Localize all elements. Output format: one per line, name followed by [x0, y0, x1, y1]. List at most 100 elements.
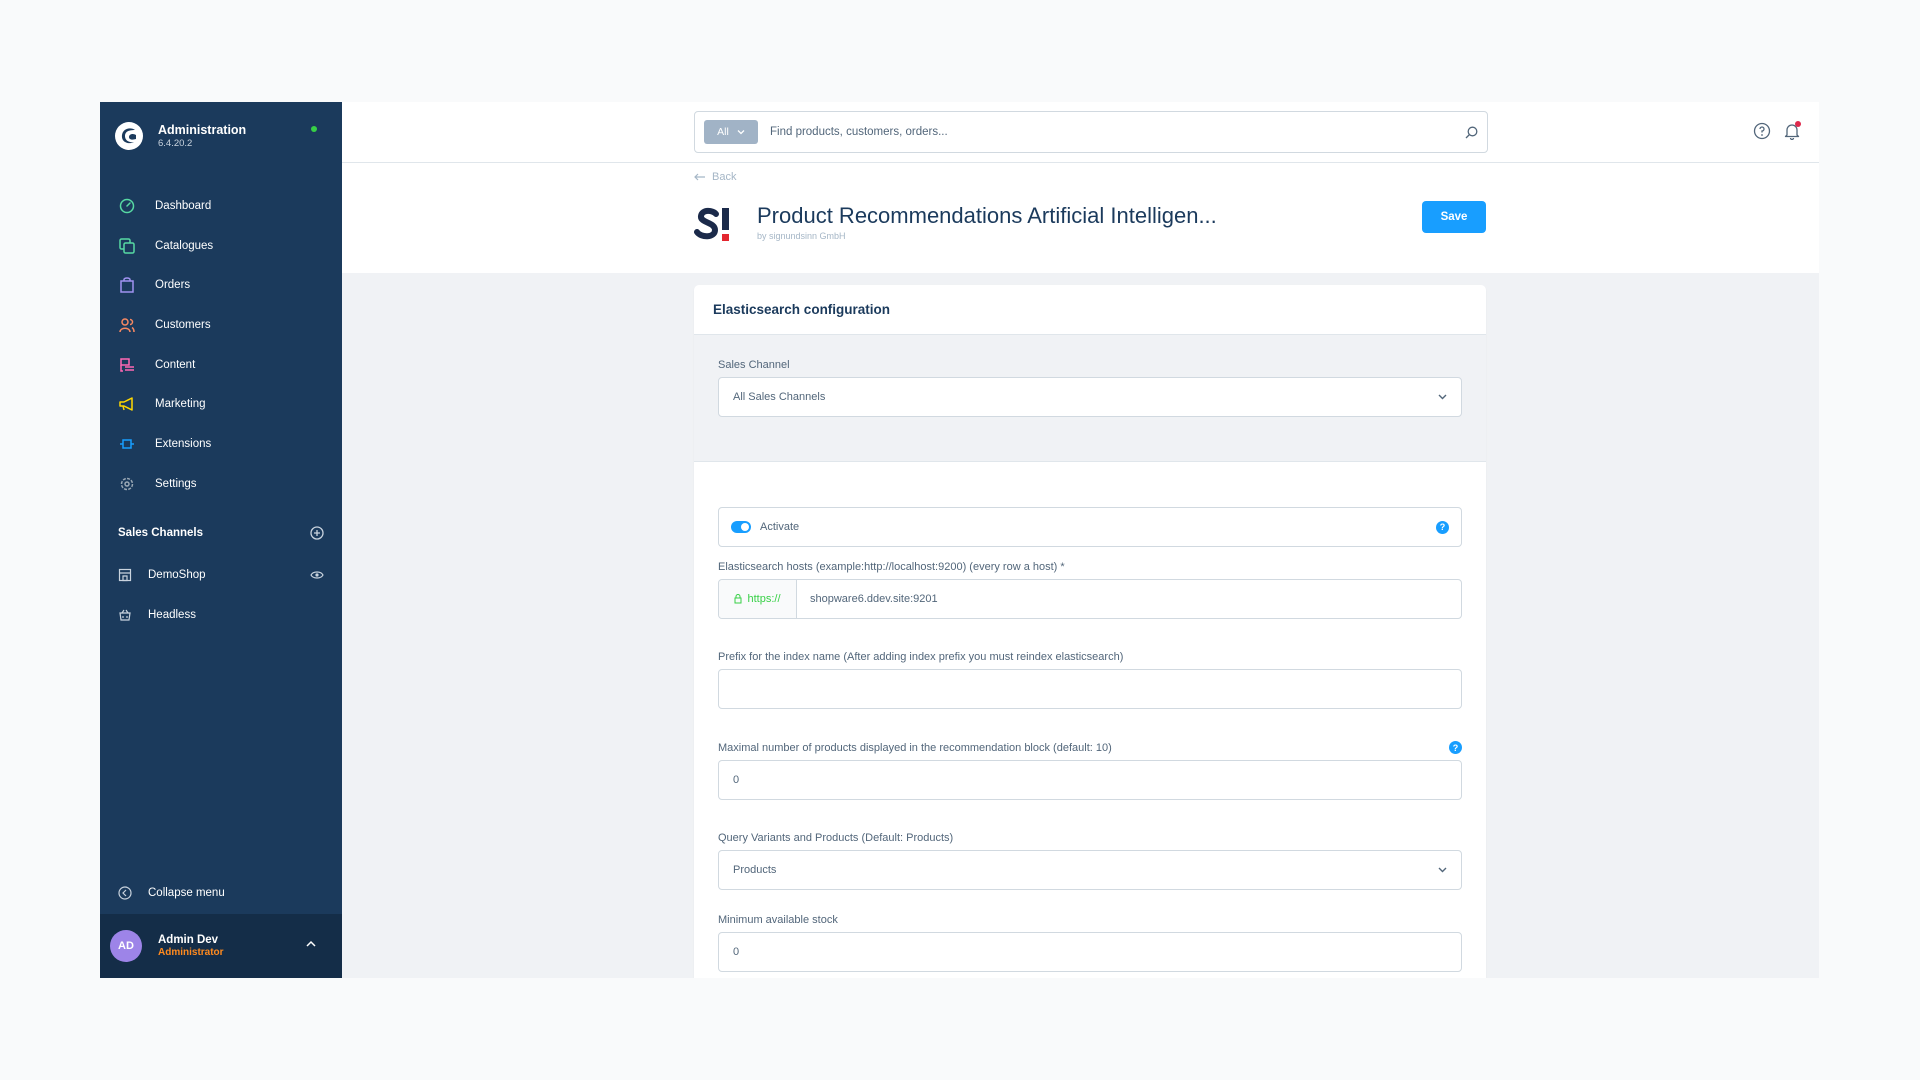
help-icon[interactable]: ?	[1449, 741, 1462, 754]
url-prefix-label: https://	[747, 593, 781, 605]
customers-icon	[118, 316, 136, 334]
nav-item-content[interactable]: Content	[100, 345, 342, 385]
online-status-dot	[311, 126, 317, 132]
hosts-input[interactable]	[810, 593, 1461, 605]
extensions-icon	[118, 435, 136, 453]
hosts-field: Elasticsearch hosts (example:http://loca…	[718, 561, 1462, 619]
page-title: Product Recommendations Artificial Intel…	[757, 203, 1217, 228]
app-version: 6.4.20.2	[158, 137, 193, 149]
sales-channel-label: Sales Channel	[718, 359, 790, 371]
hosts-label: Elasticsearch hosts (example:http://loca…	[718, 561, 1065, 573]
save-button[interactable]: Save	[1422, 201, 1486, 233]
nav-item-catalogues[interactable]: Catalogues	[100, 226, 342, 266]
hosts-url-field: https://	[718, 579, 1462, 619]
search-icon[interactable]	[1455, 126, 1487, 139]
max-products-field: Maximal number of products displayed in …	[718, 741, 1462, 800]
nav-label: Customers	[155, 318, 211, 331]
max-products-input[interactable]	[733, 774, 1447, 786]
collapse-icon	[118, 886, 132, 900]
ssl-toggle[interactable]: https://	[719, 580, 797, 618]
chevron-up-icon[interactable]	[306, 940, 316, 948]
nav-label: Dashboard	[155, 199, 212, 212]
back-link[interactable]: Back	[694, 171, 736, 183]
chevron-down-icon	[737, 130, 745, 135]
main-content: All Back	[342, 102, 1819, 978]
search-type-select[interactable]: All	[704, 120, 758, 144]
admin-app: Administration 6.4.20.2 Dashboard Catalo…	[100, 102, 1819, 978]
card-title: Elasticsearch configuration	[694, 285, 1486, 335]
nav-item-settings[interactable]: Settings	[100, 464, 342, 504]
eye-icon[interactable]	[310, 570, 324, 580]
query-select[interactable]: Products	[718, 850, 1462, 890]
user-menu[interactable]: AD Admin Dev Administrator	[100, 914, 342, 978]
query-label: Query Variants and Products (Default: Pr…	[718, 832, 954, 844]
top-icons	[1753, 121, 1801, 141]
chevron-down-icon	[1438, 867, 1447, 873]
arrow-left-icon	[694, 173, 705, 181]
elasticsearch-config-card: Elasticsearch configuration Sales Channe…	[694, 285, 1486, 978]
notification-badge	[1795, 121, 1801, 127]
settings-icon	[118, 475, 136, 493]
sales-channel-label: DemoShop	[148, 569, 206, 581]
activate-label: Activate	[760, 521, 800, 533]
nav-label: Orders	[155, 279, 191, 292]
plugin-logo-icon	[694, 207, 729, 241]
content-icon	[118, 356, 136, 374]
query-field: Query Variants and Products (Default: Pr…	[718, 832, 1462, 890]
query-value: Products	[733, 864, 777, 876]
collapse-menu-button[interactable]: Collapse menu	[118, 886, 225, 900]
nav-item-marketing[interactable]: Marketing	[100, 384, 342, 424]
sales-channel-label: Headless	[148, 609, 196, 621]
nav-item-customers[interactable]: Customers	[100, 305, 342, 345]
global-search: All	[694, 111, 1488, 153]
lock-icon	[734, 594, 742, 604]
headless-icon	[119, 609, 131, 621]
prefix-field: Prefix for the index name (After adding …	[718, 651, 1462, 709]
shopware-logo-icon	[115, 122, 143, 150]
help-icon[interactable]: ?	[1436, 520, 1449, 534]
brand[interactable]: Administration 6.4.20.2	[100, 102, 342, 170]
prefix-label: Prefix for the index name (After adding …	[718, 651, 1124, 663]
nav-label: Extensions	[155, 437, 212, 450]
nav-label: Content	[155, 358, 196, 371]
add-sales-channel-icon[interactable]	[310, 526, 324, 540]
min-stock-label: Minimum available stock	[718, 914, 838, 926]
orders-icon	[118, 276, 136, 294]
back-label: Back	[712, 171, 737, 183]
sales-channels-title: Sales Channels	[118, 527, 204, 539]
nav-item-dashboard[interactable]: Dashboard	[100, 186, 342, 226]
min-stock-field: Minimum available stock	[718, 914, 1462, 972]
sales-channels-header: Sales Channels	[118, 526, 324, 540]
nav-label: Catalogues	[155, 239, 214, 252]
activate-field: Activate ?	[718, 507, 1462, 547]
config-fields: Activate ? Elasticsearch hosts (example:…	[694, 462, 1486, 972]
nav-item-extensions[interactable]: Extensions	[100, 424, 342, 464]
nav-item-orders[interactable]: Orders	[100, 265, 342, 305]
nav-label: Settings	[155, 477, 197, 490]
top-bar: All	[342, 102, 1819, 163]
sales-channel-value: All Sales Channels	[733, 391, 826, 403]
search-type-label: All	[717, 126, 729, 138]
marketing-icon	[118, 395, 136, 413]
collapse-label: Collapse menu	[148, 887, 225, 899]
help-icon[interactable]	[1753, 122, 1771, 140]
sales-channel-headless[interactable]: Headless	[118, 605, 324, 625]
user-name: Admin Dev	[158, 933, 219, 946]
search-input[interactable]	[770, 126, 1455, 138]
prefix-input[interactable]	[733, 683, 1447, 695]
activate-toggle[interactable]	[731, 521, 751, 533]
main-nav: Dashboard Catalogues Orders Customers Co…	[100, 186, 342, 504]
plugin-author: by signundsinn GmbH	[757, 231, 846, 241]
page-header: Back Product Recommendations Artificial …	[342, 163, 1819, 273]
sales-channel-demoshop[interactable]: DemoShop	[118, 565, 324, 585]
catalogues-icon	[118, 237, 136, 255]
app-title: Administration	[158, 122, 247, 137]
sales-channel-select[interactable]: All Sales Channels	[718, 377, 1462, 417]
dashboard-icon	[118, 197, 136, 215]
bell-icon[interactable]	[1783, 121, 1801, 141]
chevron-down-icon	[1438, 394, 1447, 400]
sales-channel-section: Sales Channel All Sales Channels	[694, 335, 1486, 462]
min-stock-input[interactable]	[733, 946, 1447, 958]
storefront-icon	[118, 568, 132, 582]
max-products-label: Maximal number of products displayed in …	[718, 741, 1112, 754]
